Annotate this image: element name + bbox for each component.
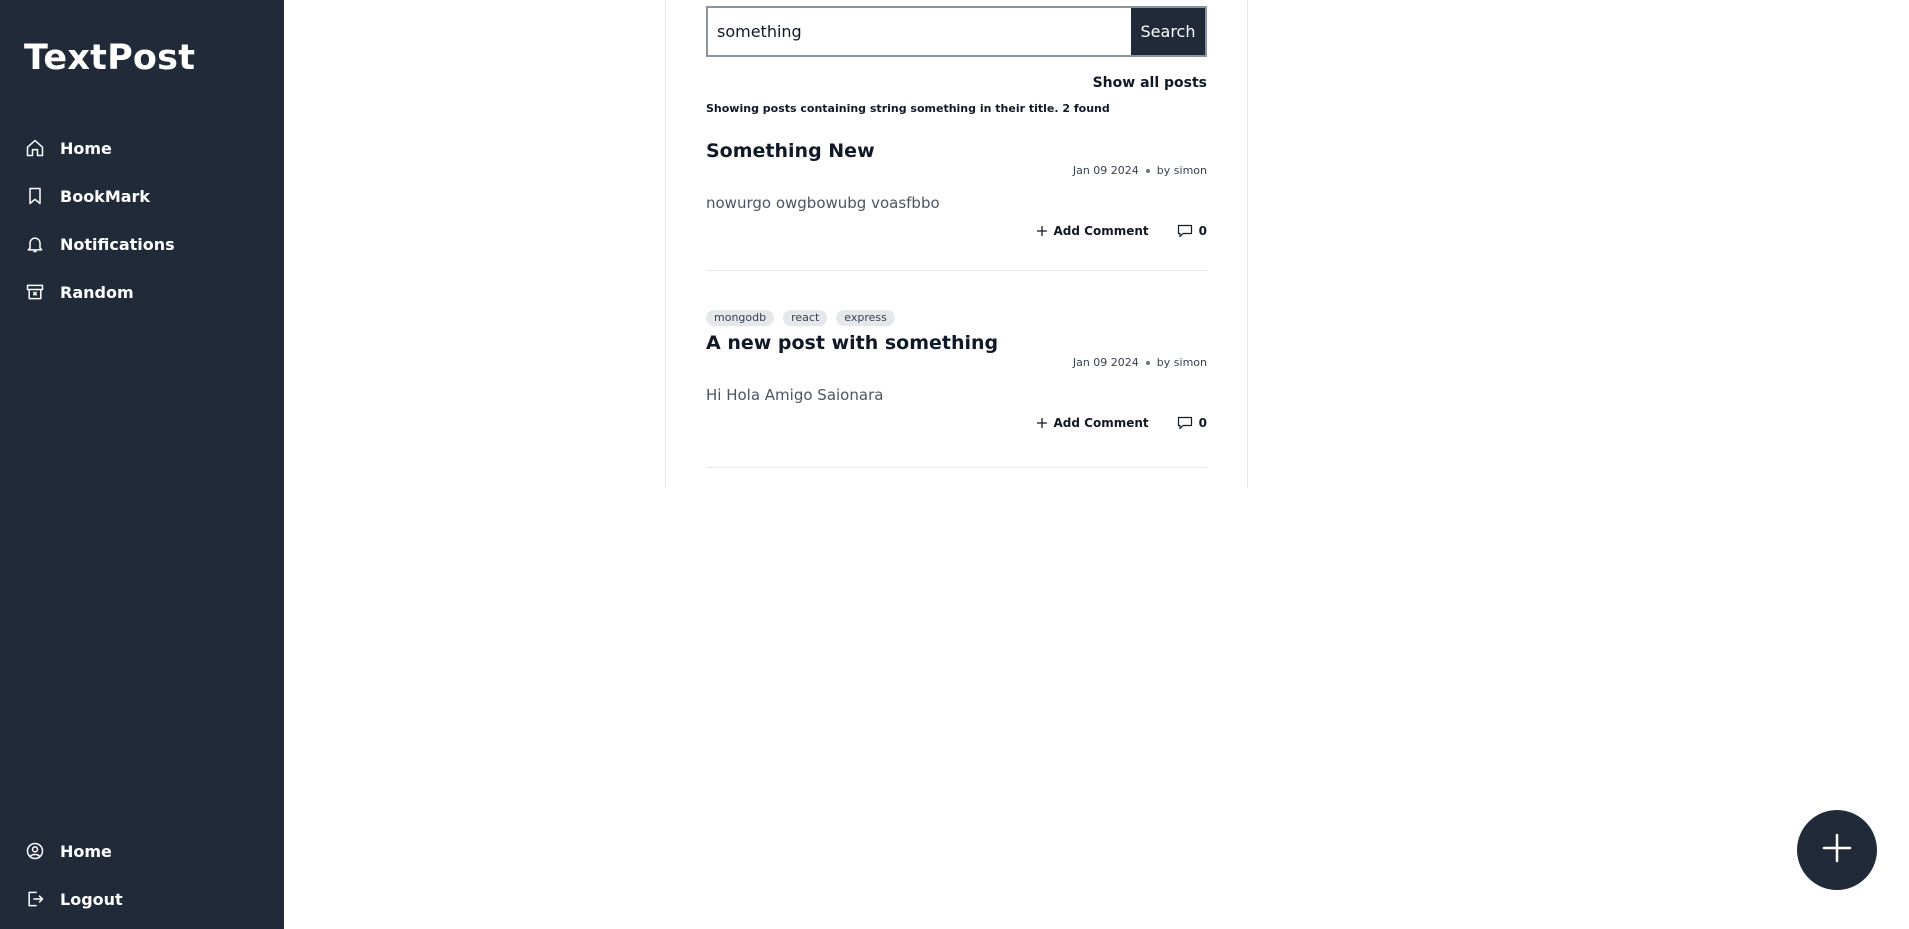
separator-dot: [1145, 361, 1150, 365]
post-meta: Jan 09 2024 by simon: [706, 164, 1207, 177]
home-icon: [24, 137, 46, 159]
sidebar-item-profile[interactable]: Home: [24, 827, 123, 875]
add-comment-button[interactable]: Add Comment: [1036, 416, 1149, 430]
search-button[interactable]: Search: [1131, 8, 1205, 55]
bell-icon: [24, 233, 46, 255]
add-comment-label: Add Comment: [1053, 224, 1149, 238]
sidebar-item-label: Logout: [60, 889, 123, 909]
post-tags: mongodb react express: [706, 310, 1207, 326]
main-content: Search Show all posts Showing posts cont…: [284, 0, 1909, 929]
comment-count-button[interactable]: 0: [1177, 416, 1207, 430]
logout-icon: [24, 888, 46, 910]
search-bar: Search: [706, 6, 1207, 57]
plus-icon: [1821, 832, 1853, 868]
tag-badge[interactable]: react: [783, 310, 828, 326]
comment-count: 0: [1198, 416, 1207, 430]
post-title[interactable]: Something New: [706, 140, 1207, 162]
post-title[interactable]: A new post with something: [706, 332, 1207, 354]
post-feed: Search Show all posts Showing posts cont…: [665, 0, 1248, 488]
tag-badge[interactable]: mongodb: [706, 310, 775, 326]
sidebar-item-label: Home: [60, 841, 112, 861]
bookmark-icon: [24, 185, 46, 207]
app-logo[interactable]: TextPost: [24, 38, 195, 78]
add-comment-label: Add Comment: [1053, 416, 1149, 430]
tag-badge[interactable]: express: [836, 310, 895, 326]
create-post-button[interactable]: [1797, 810, 1877, 890]
sidebar: TextPost Home BookMark Notifications Ran…: [0, 0, 284, 929]
add-comment-button[interactable]: Add Comment: [1036, 224, 1149, 238]
post-meta: Jan 09 2024 by simon: [706, 356, 1207, 369]
post-author[interactable]: by simon: [1157, 164, 1207, 177]
comment-count-button[interactable]: 0: [1177, 224, 1207, 238]
plus-icon: [1036, 417, 1048, 429]
post-date: Jan 09 2024: [1072, 356, 1139, 369]
plus-icon: [1036, 225, 1048, 237]
post-actions: Add Comment 0: [706, 416, 1207, 430]
post-body: nowurgo owgbowubg voasfbbo: [706, 194, 940, 212]
search-result-info: Showing posts containing string somethin…: [706, 102, 1110, 115]
sidebar-item-home[interactable]: Home: [24, 124, 175, 172]
sidebar-item-label: BookMark: [60, 186, 151, 206]
user-circle-icon: [24, 840, 46, 862]
separator-dot: [1145, 169, 1150, 173]
archive-icon: [24, 281, 46, 303]
post-card: Something New Jan 09 2024 by simon nowurg…: [706, 140, 1207, 271]
sidebar-item-bookmark[interactable]: BookMark: [24, 172, 175, 220]
sidebar-item-label: Notifications: [60, 234, 175, 254]
post-date: Jan 09 2024: [1072, 164, 1139, 177]
post-actions: Add Comment 0: [706, 224, 1207, 238]
post-body: Hi Hola Amigo Saionara: [706, 386, 884, 404]
sidebar-item-logout[interactable]: Logout: [24, 875, 123, 923]
comment-count: 0: [1198, 224, 1207, 238]
sidebar-item-notifications[interactable]: Notifications: [24, 220, 175, 268]
sidebar-nav: Home BookMark Notifications Random: [24, 124, 175, 316]
post-card: mongodb react express A new post with so…: [706, 310, 1207, 468]
comment-icon: [1177, 416, 1193, 430]
comment-icon: [1177, 224, 1193, 238]
show-all-posts-link[interactable]: Show all posts: [1093, 75, 1207, 91]
post-author[interactable]: by simon: [1157, 356, 1207, 369]
search-input[interactable]: [708, 8, 1131, 55]
sidebar-item-label: Random: [60, 282, 134, 302]
sidebar-bottom-nav: Home Logout: [24, 827, 123, 923]
sidebar-item-random[interactable]: Random: [24, 268, 175, 316]
sidebar-item-label: Home: [60, 138, 112, 158]
